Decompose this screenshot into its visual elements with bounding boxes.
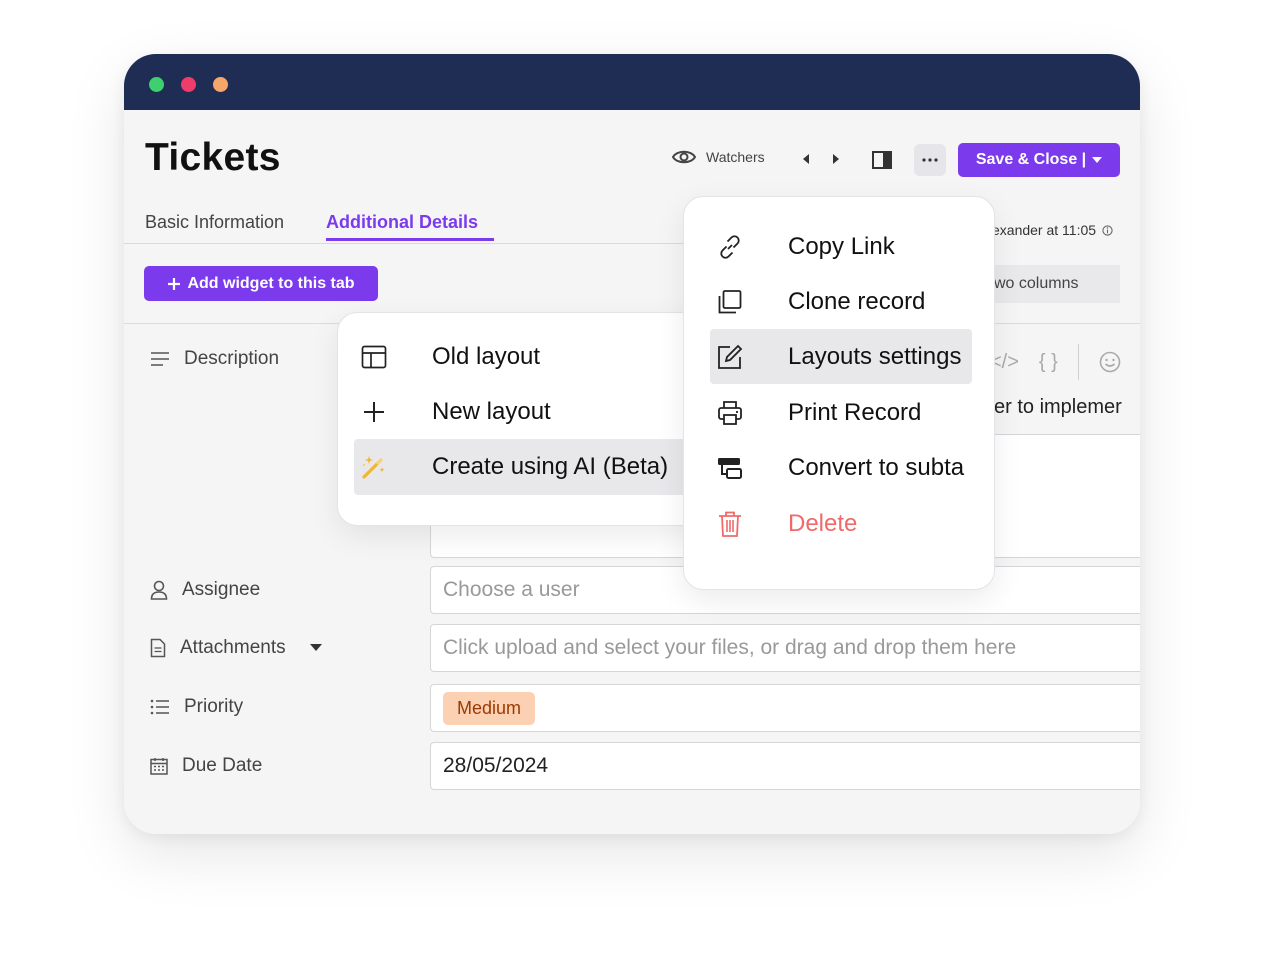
menu-item-delete[interactable]: Delete <box>710 496 972 551</box>
menu-item-label: Create using AI (Beta) <box>432 453 669 480</box>
convert-icon <box>710 455 750 481</box>
toolbar-separator <box>1077 344 1079 380</box>
more-options-button[interactable] <box>914 144 946 176</box>
last-edited-text: exander at 11:05 <box>992 222 1097 238</box>
layout-columns-select[interactable]: wo columns <box>990 265 1120 303</box>
printer-icon <box>710 399 750 427</box>
menu-item-create-ai[interactable]: Create using AI (Beta) <box>354 439 688 495</box>
emoji-icon[interactable] <box>1099 351 1121 373</box>
menu-item-clone-record[interactable]: Clone record <box>710 274 972 329</box>
assignee-label-text: Assignee <box>182 579 261 600</box>
attachments-dropzone[interactable]: Click upload and select your files, or d… <box>430 624 1140 672</box>
due-date-label-text: Due Date <box>182 755 263 776</box>
save-close-label: Save & Close | <box>975 151 1087 168</box>
list-icon <box>150 699 169 715</box>
description-label: Description <box>150 348 279 370</box>
menu-item-old-layout[interactable]: Old layout <box>354 329 688 385</box>
menu-item-print-record[interactable]: Print Record <box>710 385 972 440</box>
ellipsis-icon <box>922 158 938 162</box>
tab-basic-information[interactable]: Basic Information <box>145 212 284 233</box>
previous-record-icon[interactable] <box>800 153 812 165</box>
window-minimize-dot[interactable] <box>213 77 228 92</box>
dropdown-triangle-icon[interactable] <box>309 644 322 652</box>
priority-select[interactable]: Medium <box>430 684 1140 732</box>
menu-item-label: New layout <box>432 398 551 425</box>
layout-icon <box>354 345 394 369</box>
watchers-label: Watchers <box>706 149 765 165</box>
priority-label: Priority <box>150 696 243 718</box>
menu-item-label: Clone record <box>788 287 926 315</box>
due-date-label: Due Date <box>150 755 262 777</box>
window-maximize-dot[interactable] <box>149 77 164 92</box>
editor-toolbar: </> { } <box>990 344 1121 380</box>
text-lines-icon <box>151 352 169 366</box>
active-tab-indicator <box>326 238 494 241</box>
more-options-menu: Copy Link Clone record Layouts settings … <box>683 196 995 590</box>
last-edited-info: exander at 11:05 <box>992 222 1113 238</box>
tabs-divider <box>124 243 684 244</box>
save-close-button[interactable]: Save & Close | <box>958 143 1120 177</box>
add-widget-label: Add widget to this tab <box>187 274 355 292</box>
assignee-label: Assignee <box>150 579 260 601</box>
plus-icon <box>168 277 181 290</box>
menu-item-label: Delete <box>788 509 858 537</box>
priority-label-text: Priority <box>184 696 244 717</box>
menu-item-new-layout[interactable]: New layout <box>354 384 688 440</box>
menu-item-label: Copy Link <box>788 232 895 260</box>
clone-icon <box>710 289 750 315</box>
layout-menu: Old layout New layout Create using AI (B… <box>337 312 712 526</box>
braces-icon[interactable]: { } <box>1039 351 1058 374</box>
side-panel-icon[interactable] <box>872 151 892 169</box>
menu-item-label: Convert to subta <box>788 453 965 481</box>
magic-wand-icon <box>354 453 394 481</box>
next-record-icon[interactable] <box>830 153 842 165</box>
watchers-button[interactable]: Watchers <box>672 148 765 166</box>
page-title: Tickets <box>145 136 281 179</box>
menu-item-copy-link[interactable]: Copy Link <box>710 219 972 274</box>
title-bar <box>124 54 1140 110</box>
menu-item-convert-subtask[interactable]: Convert to subta <box>710 440 972 495</box>
menu-item-label: Layouts settings <box>788 342 962 370</box>
eye-icon <box>672 150 696 164</box>
menu-item-label: Print Record <box>788 398 922 426</box>
link-icon <box>710 234 750 260</box>
caret-down-icon[interactable] <box>1092 156 1103 164</box>
due-date-input[interactable]: 28/05/2024 <box>430 742 1140 790</box>
attachments-label-text: Attachments <box>180 637 286 658</box>
description-label-text: Description <box>184 348 280 369</box>
tab-additional-details[interactable]: Additional Details <box>326 212 478 233</box>
trash-icon <box>710 510 750 538</box>
edit-icon <box>710 343 750 371</box>
description-visible-text: er to implemer <box>994 396 1122 418</box>
user-icon <box>150 580 168 600</box>
add-widget-button[interactable]: Add widget to this tab <box>144 266 378 301</box>
menu-item-label: Old layout <box>432 343 541 370</box>
calendar-icon <box>150 758 168 775</box>
document-icon <box>150 638 166 658</box>
info-icon <box>1102 224 1113 236</box>
priority-badge: Medium <box>443 691 536 725</box>
window-close-dot[interactable] <box>181 77 196 92</box>
menu-item-layouts-settings[interactable]: Layouts settings <box>710 329 972 384</box>
attachments-label: Attachments <box>150 637 322 659</box>
plus-icon <box>354 401 394 423</box>
